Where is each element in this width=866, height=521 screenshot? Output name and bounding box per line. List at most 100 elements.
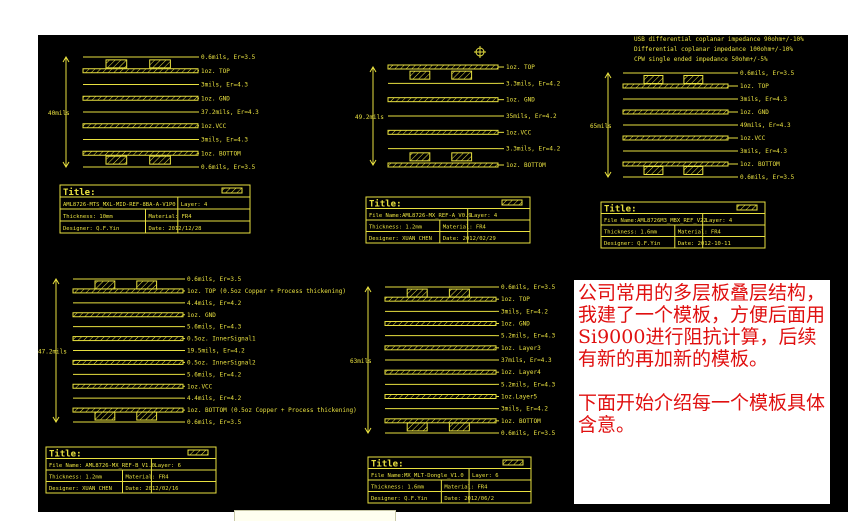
title-block-field: Thickness: 1.2mm [369,225,423,231]
layer-label: 1oz.VCC [187,383,213,390]
title-block-field: Designer: Q.F.Yin [371,496,427,502]
layer-label: 0.5oz. InnerSignal2 [187,359,256,366]
copper-layer [72,383,184,389]
logo-icon [501,199,523,206]
layer-label: 0.6mils, Er=3.5 [201,54,256,61]
trace-pad [406,422,428,432]
title-block-title: Title: [371,459,404,470]
layer-label: 1oz. BOTTOM [740,161,780,168]
copper-layer [82,95,199,101]
title-block-field: File Name:MX_MLT-Dongle_V1.0 [371,473,464,479]
copper-layer [384,321,497,326]
layer-label: 1oz. BOTTOM [201,150,241,157]
title-block-field: Layer: 4 [471,213,498,219]
layer-label: 0.6mils, Er=3.5 [740,174,795,181]
copper-layer [72,407,184,413]
title-block-field: Thickness: 1.2mm [49,475,103,481]
copper-layer [82,68,199,74]
layer-label: 3mils, Er=4.3 [740,148,787,155]
copper-layer [384,394,497,399]
title-block-title: Title: [369,199,402,210]
layer-label: 3.3mils, Er=4.2 [506,146,561,153]
layer-label: 35mils, Er=4.2 [506,113,557,120]
layer-label: 1oz. BOTTOM (0.5oz Copper + Process thic… [187,407,357,414]
logo-icon [187,449,209,456]
title-block-field: Layer: 6 [154,463,181,469]
trace-pad [105,59,128,69]
trace-pad [448,288,470,298]
trace-pad [643,75,664,84]
layer-label: 0.6mils, Er=3.5 [201,164,256,171]
layer-label: 0.6mils, Er=3.5 [501,284,556,291]
title-block-field: File Name:AML8726-MX_REF-A_V0.9 [369,213,472,219]
copper-layer [72,336,184,342]
title-block-field: Designer: XUAN CHEN [369,236,432,242]
layer-label: 4.4mils, Er=4.2 [187,300,242,307]
layer-label: 1oz.VCC [201,123,227,130]
title-block-field: Date: 2012/02/29 [443,236,496,242]
stackup-panel: 49.2mils 1oz. TOP 3.3mils, Er=4.2 1oz. GND 3… [355,64,561,244]
note-paragraph: 公司常用的多层板叠层结构，我建了一个模板，方便后面用Si9000进行阻抗计算，后… [578,282,826,370]
title-block-field: Date: 2012/02/16 [126,486,179,492]
title-block-field: Designer: XUAN CHEN [49,486,112,492]
layer-label: 1oz. TOP [506,64,535,71]
title-block-title: Title: [49,449,82,460]
layer-label: 1oz.VCC [506,129,532,136]
copper-layer [387,162,499,168]
trace-pad [105,155,128,165]
copper-layer [622,135,729,141]
layer-label: 4.4mils, Er=4.2 [187,395,242,402]
layer-label: 1oz. GND [187,312,216,319]
logo-icon [736,204,758,211]
copper-layer [82,123,199,129]
title-block-field: Date: 2012/06/2 [444,496,494,502]
copper-layer [82,150,199,156]
title-block-field: AML8726-MTS_MXL-MID-REF-8BA-A-V1P0 [63,202,176,208]
title-block-field: Designer: Q.F.Yin [63,226,119,232]
logo-icon [502,459,524,466]
copper-layer [72,288,184,294]
title-block-field: Material: FR4 [126,475,170,481]
layer-label: 1oz. GND [201,95,230,102]
dimension-label: 40mils [48,110,70,117]
title-block-title: Title: [63,187,96,198]
trace-pad [136,280,158,290]
title-block-field: Layer: 4 [706,218,733,224]
title-block-title: Title: [604,204,637,215]
layer-label: 0.6mils, Er=3.5 [501,430,556,437]
copper-layer [72,312,184,318]
stackup-panel: 65mils 0.6mils, Er=3.5 1oz. TOP 3mils, Er=4… [590,70,795,249]
copper-layer [622,161,729,167]
layer-label: 1oz. GND [740,109,769,116]
explanation-note: 公司常用的多层板叠层结构，我建了一个模板，方便后面用Si9000进行阻抗计算，后… [574,280,830,504]
layer-label: 0.5oz. InnerSignal1 [187,336,256,343]
layer-label: 1oz. TOP (0.5oz Copper + Process thicken… [187,288,346,295]
layer-label: 1oz. BOTTOM [501,418,541,425]
title-block-field: Material: FR4 [678,230,722,236]
title-block-field: Thickness: 10mm [63,214,113,220]
copper-layer [384,418,497,424]
layer-label: 3mils, Er=4.3 [740,96,787,103]
dimension-label: 63mils [350,358,372,365]
layer-label: 1oz.VCC [740,135,766,142]
trace-pad [643,166,664,175]
stackup-panel: 47.2mils 0.6mils, Er=3.5 1oz. TOP (0.5oz C… [38,276,357,494]
title-block-field: Material: FR4 [444,485,488,491]
layer-label: 1oz. TOP [501,296,530,303]
layer-label: 1oz. BOTTOM [506,162,546,169]
layer-label: 0.6mils, Er=3.5 [187,276,242,283]
trace-pad [448,422,470,432]
copper-layer [384,345,497,351]
title-block-field: Thickness: 1.6mm [371,485,425,491]
layer-label: 3.3mils, Er=4.2 [506,80,561,87]
layer-label: 19.5mils, Er=4.2 [187,348,245,355]
trace-pad [409,70,431,80]
impedance-note: Differential coplanar impedance 100ohm+/… [634,46,793,53]
title-block-field: Designer: Q.F.Yin [604,241,660,247]
title-block-field: Material: FR4 [443,225,487,231]
copper-layer [384,296,497,302]
layer-label: 49mils, Er=4.3 [740,122,791,129]
layer-label: 5.6mils, Er=4.2 [187,371,242,378]
stackup-panel: 63mils 0.6mils, Er=3.5 1oz. TOP 3mils, Er=4… [350,284,556,504]
trace-pad [451,70,473,80]
